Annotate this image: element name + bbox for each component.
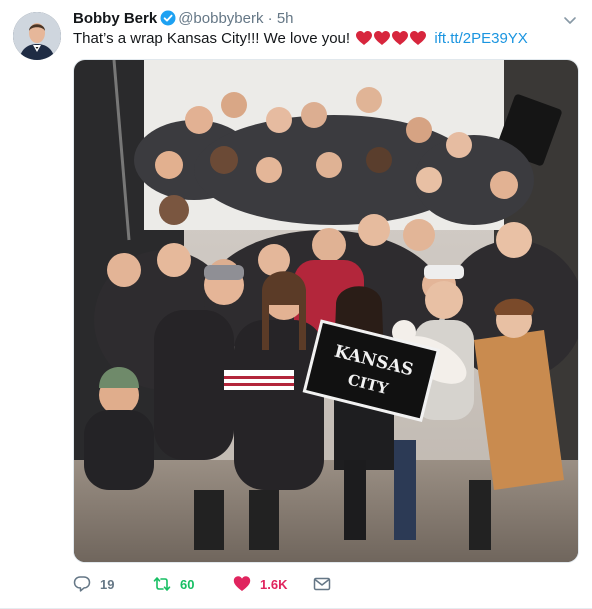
tweet-text: That’s a wrap Kansas City!!! We love you… (73, 29, 528, 49)
retweet-button[interactable]: 60 (153, 575, 233, 593)
like-count: 1.6K (260, 576, 288, 592)
direct-message-button[interactable] (313, 575, 340, 593)
like-icon (233, 576, 251, 591)
reply-count: 19 (100, 576, 115, 592)
heart-emojis (356, 29, 428, 49)
header-separator: · (267, 10, 273, 27)
reply-button[interactable]: 19 (73, 575, 153, 593)
heart-emoji-icon (392, 31, 409, 45)
tweet-link[interactable]: ift.tt/2PE39YX (434, 30, 527, 47)
tweet[interactable]: Bobby Berk @bobbyberk · 5h That’s a wrap … (0, 0, 592, 609)
direct-message-icon (313, 577, 331, 591)
author-name[interactable]: Bobby Berk (73, 10, 157, 27)
tweet-body: That’s a wrap Kansas City!!! We love you… (73, 30, 351, 47)
avatar[interactable] (13, 12, 61, 60)
tweet-header: Bobby Berk @bobbyberk · 5h (73, 10, 294, 31)
tweet-timestamp[interactable]: 5h (277, 10, 294, 27)
verified-badge-icon (160, 10, 176, 31)
author-handle[interactable]: @bobbyberk (178, 10, 263, 27)
retweet-count: 60 (180, 576, 195, 592)
heart-emoji-icon (374, 31, 391, 45)
heart-emoji-icon (410, 31, 427, 45)
heart-emoji-icon (356, 31, 373, 45)
tweet-actions: 19 60 1.6K (73, 573, 340, 595)
reply-icon (73, 576, 91, 592)
tweet-photo[interactable]: KANSAS CITY (73, 59, 579, 563)
group-photo: KANSAS CITY (74, 60, 578, 562)
caret-down-icon[interactable] (562, 12, 578, 28)
like-button[interactable]: 1.6K (233, 575, 313, 593)
retweet-icon (153, 577, 171, 591)
